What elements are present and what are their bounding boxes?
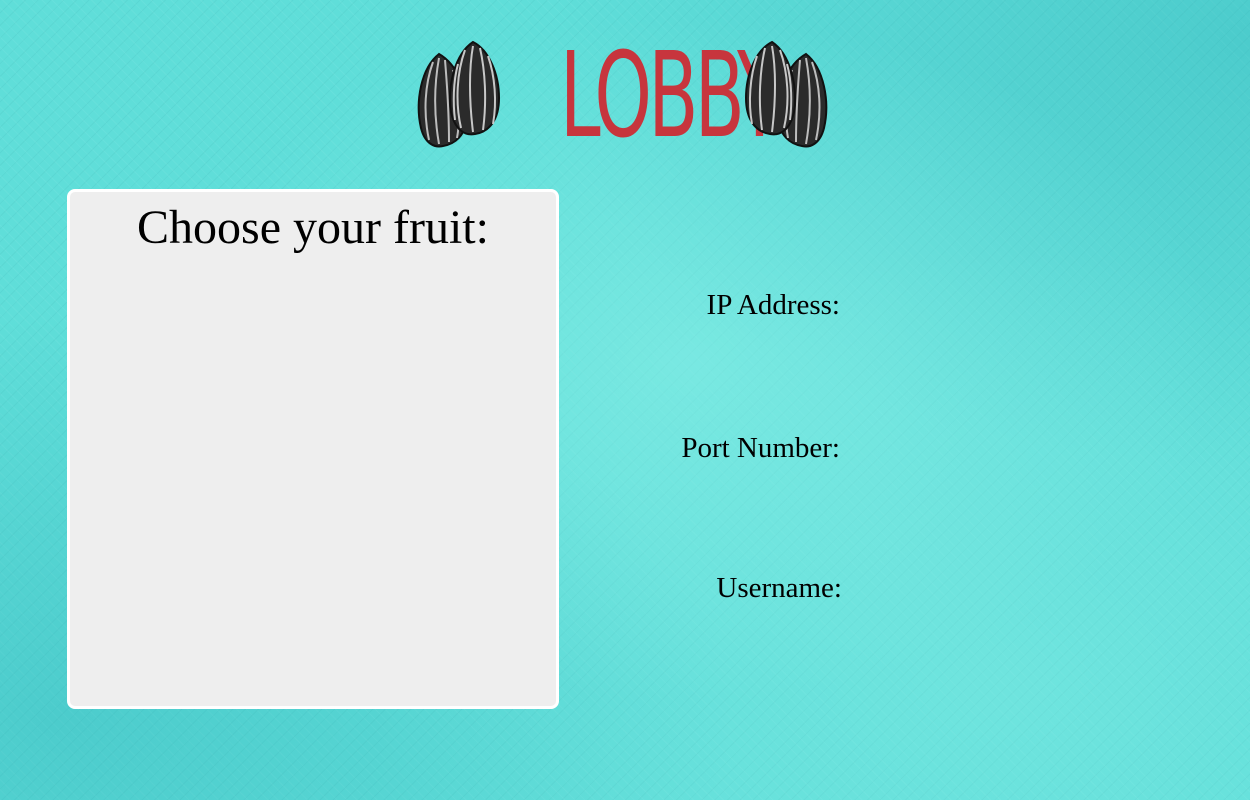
fruit-panel-heading: Choose your fruit:: [137, 201, 489, 254]
lobby-header: LOBBY: [0, 30, 1250, 160]
seed-front-icon: [449, 40, 501, 136]
sunflower-seeds-icon-right: [742, 40, 832, 150]
fruit-selection-panel: Choose your fruit:: [67, 189, 559, 709]
username-input[interactable]: [860, 570, 1172, 610]
ip-address-label: IP Address:: [706, 289, 840, 321]
page-title: LOBBY: [559, 26, 782, 164]
fruit-options-list[interactable]: [90, 272, 536, 686]
sunflower-seeds-icon-left: [413, 40, 503, 150]
seed-front-icon: [744, 40, 796, 136]
username-label: Username:: [716, 572, 842, 604]
port-number-input[interactable]: [860, 430, 1172, 470]
port-number-label: Port Number:: [681, 432, 840, 464]
ip-address-input[interactable]: [860, 287, 1172, 327]
